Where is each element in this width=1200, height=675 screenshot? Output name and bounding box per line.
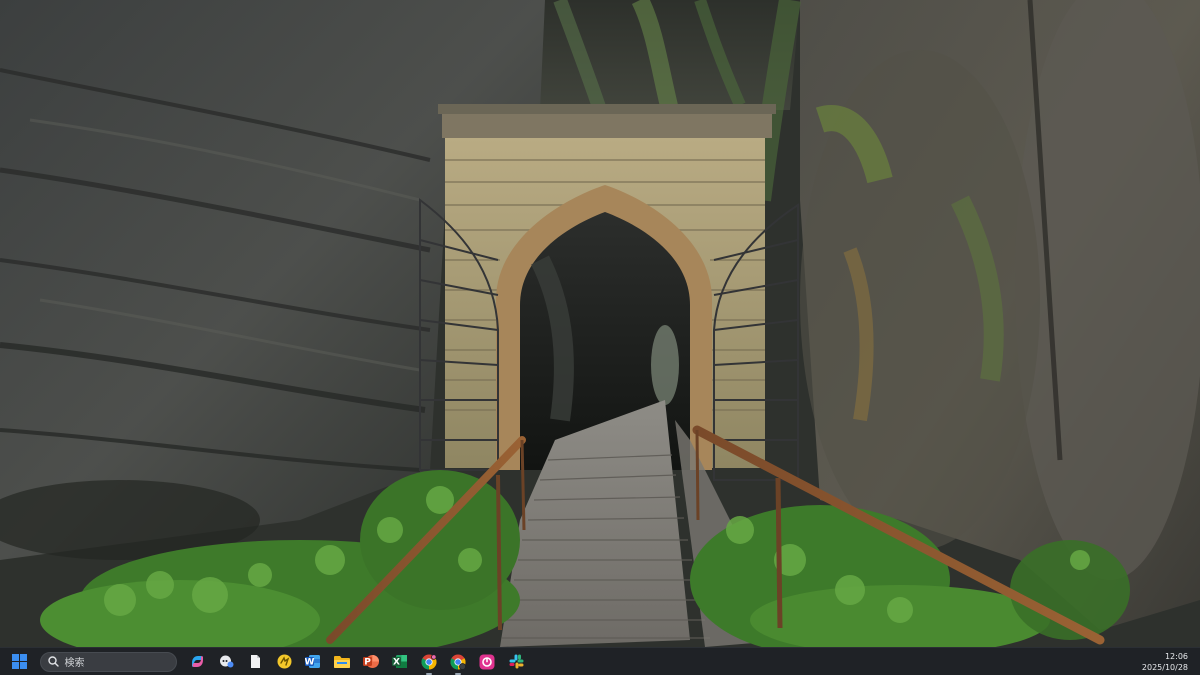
app-yellow-icon [277,654,291,669]
taskbar-search-box[interactable]: 検索 [39,651,177,672]
taskbar: 検索 W P X 12:06 2025/10/28 [0,647,1200,675]
search-label: 検索 [64,658,85,669]
taskbar-app-file[interactable] [243,650,267,674]
excel-icon: X [392,655,407,668]
taskbar-app-word[interactable]: W [301,650,325,674]
chat-icon [219,655,233,668]
slack-icon [509,654,523,669]
word-icon: W [305,655,320,668]
chrome-profile-icon [450,654,466,670]
taskbar-app-pink[interactable] [475,650,499,674]
search-icon [47,656,59,667]
file-explorer-icon [334,655,350,668]
start-button[interactable] [7,650,31,674]
taskbar-app-yellow[interactable] [272,650,296,674]
taskbar-app-excel[interactable]: X [388,650,412,674]
svg-text:W: W [305,657,315,667]
svg-text:P: P [364,657,371,667]
taskbar-app-chrome[interactable] [417,650,441,675]
taskbar-app-powerpoint[interactable]: P [359,650,383,674]
wallpaper-image [0,0,1200,647]
powerpoint-icon: P [363,655,379,668]
app-pink-icon [479,654,495,669]
copilot-icon [191,656,203,667]
svg-text:X: X [393,657,400,667]
taskbar-app-file-explorer[interactable] [330,650,354,674]
file-icon [250,655,260,668]
taskbar-app-chat[interactable] [214,650,238,674]
system-clock[interactable]: 12:06 2025/10/28 [1142,651,1188,673]
taskbar-app-chrome-profile[interactable] [446,650,470,675]
taskbar-app-copilot[interactable] [185,650,209,674]
clock-date: 2025/10/28 [1141,663,1188,672]
clock-time: 12:06 [1164,652,1188,661]
windows-logo-icon [11,654,27,669]
desktop-wallpaper [0,0,1200,647]
taskbar-app-slack[interactable] [504,650,528,674]
chrome-icon [421,653,437,669]
